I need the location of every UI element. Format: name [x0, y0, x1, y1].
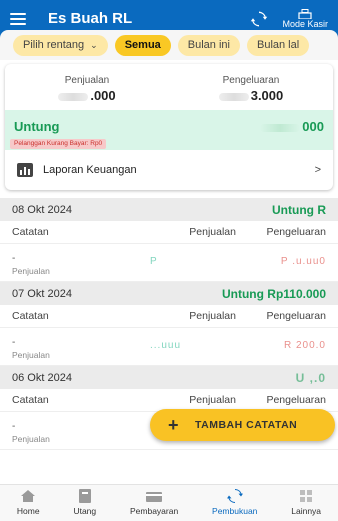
financial-report-label: Laporan Keuangan [43, 164, 137, 176]
list-item[interactable]: - Penjualan ...uuu R 200.0 [0, 328, 338, 366]
menu-icon[interactable] [10, 12, 26, 25]
nav-pembukuan[interactable]: Pembukuan [212, 485, 257, 516]
expense-summary: Pengeluaran 3.000 [169, 64, 333, 110]
nav-utang[interactable]: Utang [73, 485, 96, 516]
entry-note: - [12, 253, 16, 264]
report-chart-icon [17, 163, 33, 177]
nav-lainnya[interactable]: Lainnya [291, 485, 321, 516]
add-record-label: TAMBAH CATATAN [195, 419, 298, 431]
plus-icon: + [168, 415, 180, 435]
col-note: Catatan [12, 226, 49, 238]
entry-type: Penjualan [12, 434, 50, 444]
chip-bulan-ini[interactable]: Bulan ini [177, 34, 240, 56]
col-sales: Penjualan [189, 226, 236, 238]
date-label: 06 Okt 2024 [12, 371, 72, 384]
col-expense: Pengeluaran [266, 394, 326, 406]
payment-icon [146, 492, 163, 502]
col-note: Catatan [12, 310, 49, 322]
expense-summary-value: 3.000 [250, 88, 284, 103]
expense-summary-label: Pengeluaran [222, 75, 280, 86]
nav-home-label: Home [16, 506, 40, 516]
day-profit: Untung Rp110.000 [221, 286, 326, 301]
entry-sales: P [150, 256, 158, 267]
filter-chips: Pilih rentang ⌄ Semua Bulan ini Bulan la… [0, 30, 338, 60]
day-profit: Untung R [272, 202, 326, 217]
nav-pembayaran[interactable]: Pembayaran [130, 485, 178, 516]
add-record-button[interactable]: + TAMBAH CATATAN [150, 409, 335, 441]
sales-summary-value: .000 [90, 88, 116, 103]
nav-lainnya-label: Lainnya [291, 506, 322, 516]
date-header: 08 Okt 2024 Untung R [0, 198, 338, 221]
column-header: Catatan Penjualan Pengeluaran [0, 305, 338, 328]
mode-kasir-button[interactable]: Mode Kasir [282, 8, 328, 29]
date-header: 07 Okt 2024 Untung Rp110.000 [0, 282, 338, 305]
date-label: 07 Okt 2024 [12, 287, 72, 300]
col-expense: Pengeluaran [266, 226, 326, 238]
range-picker-label: Pilih rentang [23, 39, 85, 51]
sales-summary-label: Penjualan [64, 75, 110, 86]
col-note: Catatan [12, 394, 49, 406]
column-header: Catatan Penjualan Pengeluaran [0, 221, 338, 244]
chevron-right-icon: > [314, 164, 321, 176]
entry-type: Penjualan [12, 266, 50, 276]
app-title: Es Buah RL [48, 10, 133, 27]
entry-note: - [12, 421, 16, 432]
chip-semua[interactable]: Semua [114, 34, 171, 56]
sales-summary: Penjualan .000 [5, 64, 169, 110]
entry-sales: ...uuu [150, 340, 182, 351]
debt-badge: Pelanggan Kurang Bayar: Rp0 [10, 139, 107, 149]
financial-report-row[interactable]: Laporan Keuangan > [5, 150, 333, 190]
more-grid-icon [300, 490, 313, 502]
home-icon [21, 490, 36, 502]
bookkeeping-icon [226, 489, 243, 503]
entry-expense: P .u.uu0 [280, 256, 326, 267]
chip-bulan-lalu[interactable]: Bulan lal [246, 34, 310, 56]
mode-kasir-label: Mode Kasir [282, 18, 328, 29]
day-profit: U ,.0 [295, 370, 326, 385]
col-expense: Pengeluaran [266, 310, 326, 322]
cash-register-icon [298, 8, 312, 19]
list-item[interactable]: - Penjualan P P .u.uu0 [0, 244, 338, 282]
bottom-nav: Home Utang Pembayaran Pembukuan Lainnya [0, 484, 338, 521]
profit-label: Untung [14, 119, 60, 134]
col-sales: Penjualan [189, 310, 236, 322]
nav-pembayaran-label: Pembayaran [129, 506, 179, 516]
date-label: 08 Okt 2024 [12, 203, 72, 216]
debt-book-icon [78, 489, 91, 503]
col-sales: Penjualan [189, 394, 236, 406]
chevron-down-icon: ⌄ [90, 39, 98, 50]
profit-band: Untung 000 Pelanggan Kurang Bayar: Rp0 [5, 110, 333, 150]
date-header: 06 Okt 2024 U ,.0 [0, 366, 338, 389]
summary-card: Penjualan .000 Pengeluaran 3.000 Untung … [5, 64, 333, 190]
entry-type: Penjualan [12, 350, 50, 360]
nav-utang-label: Utang [73, 506, 97, 516]
entry-expense: R 200.0 [283, 340, 326, 351]
nav-home[interactable]: Home [17, 485, 40, 516]
range-picker-chip[interactable]: Pilih rentang ⌄ [13, 34, 108, 56]
entry-note: - [12, 337, 16, 348]
sync-icon[interactable] [250, 10, 268, 28]
profit-value: 000 [302, 119, 324, 134]
nav-pembukuan-label: Pembukuan [212, 506, 258, 516]
